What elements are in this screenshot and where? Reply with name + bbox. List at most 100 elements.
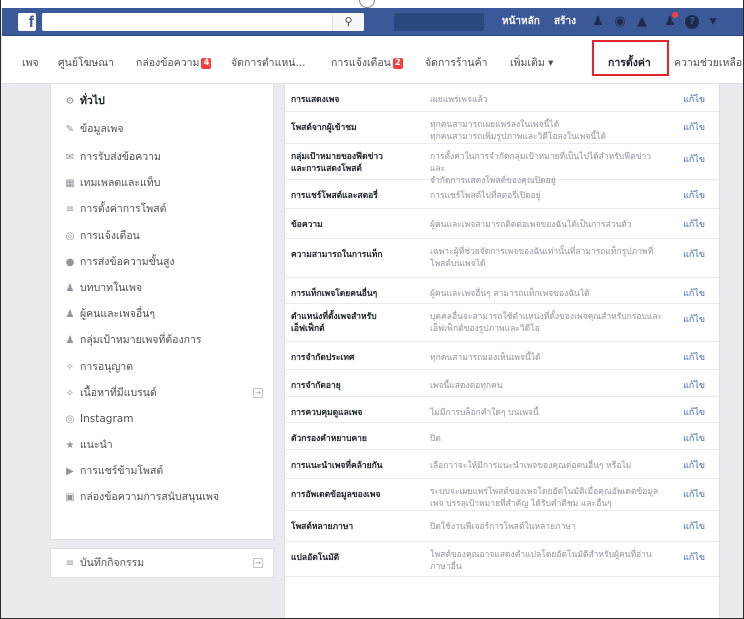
handshake-icon: ✧ <box>65 388 75 399</box>
notifications-icon[interactable]: ▲ <box>635 15 649 29</box>
sidebar-item[interactable]: ▶ การแชร์ข้ามโพสต์ <box>51 458 273 484</box>
edit-link[interactable]: แก้ไข <box>683 249 705 261</box>
setting-label: การอัพเดตข้อมูลของเพจ <box>291 490 381 500</box>
nav-ad-center[interactable]: ศูนย์โฆษณา <box>58 54 114 71</box>
search-button[interactable]: ⚲ <box>332 13 364 31</box>
nav-settings-highlight[interactable]: การตั้งค่า <box>592 40 669 76</box>
facebook-top-bar: f ⚲ หน้าหลัก สร้าง ♟ ◉ ▲ ♟ ? ▼ <box>2 8 743 36</box>
sidebar-item-label: บทบาทในเพจ <box>80 282 143 294</box>
setting-value: เผยแพร่เพจแล้ว <box>430 95 488 105</box>
nav-manage-shop[interactable]: จัดการร้านค้า <box>425 54 488 71</box>
setting-label: ความสามารถในการแท็ก <box>291 250 383 260</box>
setting-label: การจำกัดอายุ <box>291 381 341 391</box>
help-icon[interactable]: ? <box>685 15 699 29</box>
edit-link[interactable]: แก้ไข <box>683 122 705 134</box>
settings-row: การจำกัดประเทศ ทุกคนสามารถมองเห็นเพจนี้ได… <box>285 342 719 370</box>
sidebar-item[interactable]: ✉ การรับส่งข้อความ <box>51 144 273 170</box>
setting-label: ตำแหน่งที่ตั้งเพจสำหรับ เอ็ฟเฟ็กต์ <box>291 312 377 334</box>
sidebar-item-label: การตั้งค่าการโพสต์ <box>80 203 167 215</box>
audience-icon: ♟ <box>65 335 75 346</box>
nav-help[interactable]: ความช่วยเหลือ ▾ <box>674 54 743 71</box>
home-link[interactable]: หน้าหลัก <box>502 8 540 36</box>
browser-frame: f ⚲ หน้าหลัก สร้าง ♟ ◉ ▲ ♟ ? ▼ เพจ ศูนย์… <box>0 0 744 619</box>
setting-value: ทุกคนสามารถเผยแพร่ลงในเพจนี้ได้ ทุกคนสาม… <box>430 120 606 142</box>
sidebar-item-label: เนื้อหาที่มีแบรนด์ <box>80 387 157 399</box>
nav-manage-jobs[interactable]: จัดการตำแหน่... <box>231 54 305 71</box>
sidebar-item-label: เทมเพลตและแท็บ <box>80 177 161 189</box>
messenger-icon[interactable]: ◉ <box>613 15 627 29</box>
edit-link[interactable]: แก้ไข <box>683 380 705 392</box>
sidebar-item[interactable]: ◎ การแจ้งเตือน <box>51 223 273 249</box>
sidebar-item[interactable]: ♟ กลุ่มเป้าหมายเพจที่ต้องการ <box>51 327 273 353</box>
sidebar-item-label: ผู้คนและเพจอื่นๆ <box>80 308 155 320</box>
sidebar-item[interactable]: ★ แนะนำ <box>51 432 273 458</box>
people-icon: ♟ <box>65 309 75 320</box>
star-icon: ★ <box>65 440 75 451</box>
settings-row: แปลอัตโนมัติ โพสต์ของคุณอาจแสดงคำแปลโดยอั… <box>285 542 719 577</box>
log-icon: ≡ <box>65 558 75 569</box>
edit-link[interactable]: แก้ไข <box>683 489 705 501</box>
edit-link[interactable]: แก้ไข <box>683 460 705 472</box>
setting-value: บุคคลอื่นจะสามารถใช้ตำแหน่งที่ตั้งของเพจ… <box>430 312 663 334</box>
search-input[interactable] <box>42 13 364 31</box>
dropdown-icon[interactable]: ▼ <box>706 15 720 29</box>
setting-label: การควบคุมดูแลเพจ <box>291 408 363 418</box>
edit-link[interactable]: แก้ไข <box>683 552 705 564</box>
settings-row: ข้อความ ผู้คนและเพจสามารถติดต่อเพจของฉันไ… <box>285 209 719 239</box>
settings-row: ตำแหน่งที่ตั้งเพจสำหรับ เอ็ฟเฟ็กต์ บุคคลอ… <box>285 304 719 342</box>
edit-link[interactable]: แก้ไข <box>683 521 705 533</box>
nav-inbox[interactable]: กล่องข้อความ 4 <box>136 54 212 71</box>
sidebar-item-label: Instagram <box>80 413 134 425</box>
sidebar-item[interactable]: ▦ เทมเพลตและแท็บ <box>51 170 273 196</box>
setting-label: การแนะนำเพจที่คล้ายกัน <box>291 461 383 471</box>
setting-label: ตัวกรองคำหยาบคาย <box>291 434 367 444</box>
setting-label: โพสต์หลายภาษา <box>291 522 354 532</box>
message-icon: ● <box>65 257 75 268</box>
friends-icon[interactable]: ♟ <box>591 15 605 29</box>
window-top-strip <box>1 0 743 8</box>
nav-more[interactable]: เพิ่มเติม ▾ <box>510 54 553 71</box>
window-notch <box>359 0 375 8</box>
support-inbox-icon: ▣ <box>65 492 75 503</box>
settings-row: ความสามารถในการแท็ก เฉพาะผู้ที่ช่วยจัดการ… <box>285 239 719 278</box>
edit-link[interactable]: แก้ไข <box>683 154 705 166</box>
sidebar-item[interactable]: ♟ ผู้คนและเพจอื่นๆ <box>51 301 273 327</box>
sidebar-item[interactable]: ♟ บทบาทในเพจ <box>51 275 273 301</box>
page-nav: เพจ ศูนย์โฆษณา กล่องข้อความ 4 จัดการตำแหน… <box>2 36 743 84</box>
edit-link[interactable]: แก้ไข <box>683 407 705 419</box>
settings-row: ตัวกรองคำหยาบคาย ปิด แก้ไข <box>285 423 719 450</box>
activity-log-item[interactable]: ≡ บันทึกกิจกรรม → <box>51 550 273 576</box>
nav-notifications[interactable]: การแจ้งเตือน 2 <box>331 54 403 71</box>
sidebar-item[interactable]: ⚙ ทั่วไป <box>51 88 273 114</box>
edit-link[interactable]: แก้ไข <box>683 219 705 231</box>
sidebar-item-label: ข้อมูลเพจ <box>80 123 124 135</box>
setting-value: ทุกคนสามารถมองเห็นเพจนี้ได้ <box>430 353 541 363</box>
nav-page[interactable]: เพจ <box>22 54 39 71</box>
edit-link[interactable]: แก้ไข <box>683 288 705 300</box>
sidebar-item[interactable]: ≡ การตั้งค่าการโพสต์ <box>51 196 273 222</box>
sidebar-item[interactable]: ● การส่งข้อความขั้นสูง <box>51 249 273 275</box>
facebook-logo-icon[interactable]: f <box>18 13 36 31</box>
edit-link[interactable]: แก้ไข <box>683 352 705 364</box>
activity-log-panel: ≡ บันทึกกิจกรรม → <box>50 548 274 578</box>
sidebar-item[interactable]: ✎ ข้อมูลเพจ <box>51 116 273 142</box>
settings-table: การแสดงเพจ เผยแพร่เพจแล้ว แก้ไข โพสต์จากผู้… <box>284 84 720 618</box>
activity-log-label: บันทึกกิจกรรม <box>80 557 145 569</box>
instagram-icon: ◎ <box>65 414 75 425</box>
create-link[interactable]: สร้าง <box>554 8 576 36</box>
sidebar-item[interactable]: ✧ การอนุญาต <box>51 354 273 380</box>
sidebar-item[interactable]: ◎ Instagram <box>51 406 273 432</box>
profile-link[interactable] <box>394 13 484 31</box>
setting-label: กลุ่มเป้าหมายของฟีดข่าว และการแสดงโพสต์ <box>291 152 383 174</box>
edit-link[interactable]: แก้ไข <box>683 314 705 326</box>
edit-link[interactable]: แก้ไข <box>683 94 705 106</box>
setting-value: ปิด <box>430 434 441 444</box>
edit-link[interactable]: แก้ไข <box>683 190 705 202</box>
settings-row: การแนะนำเพจที่คล้ายกัน เลือกว่าจะให้มีการ… <box>285 450 719 479</box>
nav-inbox-label: กล่องข้อความ <box>136 57 200 69</box>
settings-sidebar: ⚙ ทั่วไป ✎ ข้อมูลเพจ ✉ การรับส่งข้อความ ▦ เทมเพ… <box>50 84 274 540</box>
sidebar-item[interactable]: ✧ เนื้อหาที่มีแบรนด์ → <box>51 380 273 406</box>
sidebar-item[interactable]: ▣ กล่องข้อความการสนับสนุนเพจ <box>51 484 273 510</box>
edit-link[interactable]: แก้ไข <box>683 433 705 445</box>
setting-value: ไม่มีการบล็อกคำใดๆ บนเพจนี้ <box>430 408 539 418</box>
